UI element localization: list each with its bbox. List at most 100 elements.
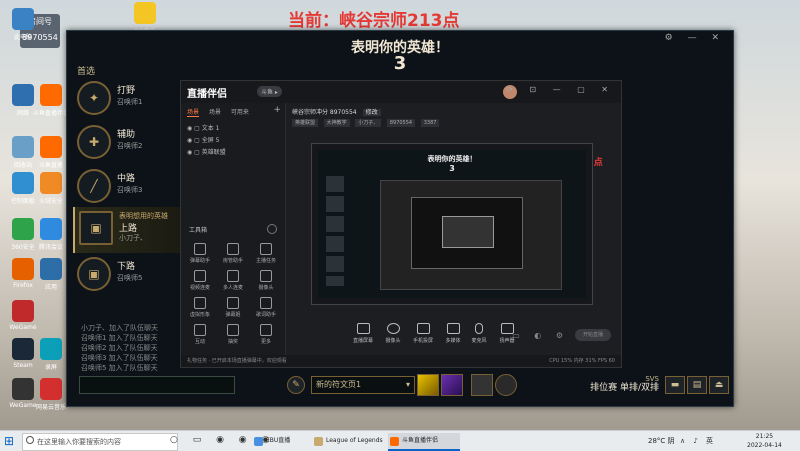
toolbox-item-label: 抽奖 — [227, 339, 238, 345]
stream-preview[interactable]: 表明你的英雄！ 3 — [311, 143, 593, 305]
jungle-role-icon: ✦ — [77, 81, 111, 115]
team-slot-mid[interactable]: ╱ 中路 召唤师3 — [73, 165, 183, 207]
stream-app-window: 直播伴侣 斗鱼 ▸ ⟳ ⊡ — ▢ ✕ 场景 场景 可用来 + ◉ ▢ 文本 1… — [180, 80, 622, 368]
chat-line: 召唤师1 加入了队伍聊天 — [81, 334, 158, 342]
app-icon — [40, 84, 62, 106]
taskbar-app[interactable]: League of Legends — [312, 433, 396, 449]
chat-toggle-icon[interactable]: ▬ — [665, 376, 685, 394]
chat-line: 召唤师5 加入了队伍聊天 — [81, 364, 158, 372]
role-name: 下路 — [117, 262, 136, 272]
add-scene-button[interactable]: + — [273, 105, 281, 115]
toolbox-item-label: 摄像头 — [258, 285, 274, 291]
rune-page-select[interactable]: 新的符文页1 ▾ — [311, 376, 415, 394]
camera-button[interactable]: 摄像头 — [376, 323, 410, 344]
client-window-controls[interactable]: ⚙ — ✕ — [665, 33, 725, 43]
tool-icon — [260, 243, 272, 255]
team-slot-bot[interactable]: ▣ 下路 召唤师5 — [73, 253, 183, 295]
tool-icon — [260, 270, 272, 282]
app-icon — [40, 172, 62, 194]
champ-select-timer: 3 — [393, 53, 407, 74]
summoner-name: 召唤师2 — [117, 142, 143, 150]
scene-item[interactable]: ◉ ▢ 全屏 5 — [187, 135, 219, 144]
quit-icon[interactable]: ⏏ — [709, 376, 729, 394]
rune-page-value: 新的符文页1 — [316, 380, 362, 389]
summoner-spell-ignite-icon[interactable] — [441, 374, 463, 396]
toolbox-item[interactable]: 弹幕姬 — [218, 297, 248, 318]
role-name: 中路 — [117, 174, 136, 184]
taskbar-app[interactable]: EBU直播 — [252, 433, 318, 449]
tab-scene-1[interactable]: 场景 — [187, 109, 200, 117]
toolbox-item[interactable]: 摄像头 — [251, 270, 281, 291]
team-slot-jungle[interactable]: ✦ 打野 召唤师1 — [73, 77, 183, 119]
preview-recursion — [442, 216, 494, 248]
media-icon — [446, 323, 460, 334]
toolbox-item[interactable]: 互动 — [185, 324, 215, 345]
tool-icon — [260, 297, 272, 309]
system-tray[interactable]: ∧ ♪ 英 — [680, 436, 716, 446]
preview-game-timer: 3 — [449, 164, 455, 173]
room-tag: 3387 — [420, 119, 440, 127]
team-chat-input[interactable] — [79, 376, 235, 394]
room-tags: 英雄联盟 大神教学 小刀子、 8970554 3387 — [292, 119, 443, 127]
windows-start-icon[interactable]: ⊞ — [4, 434, 18, 448]
app-icon — [12, 300, 34, 322]
toolbox-item[interactable]: 歌词助手 — [251, 297, 281, 318]
scene-item[interactable]: ◉ ▢ 文本 1 — [187, 123, 219, 132]
room-tag: 英雄联盟 — [292, 119, 319, 127]
team-slot-top-self[interactable]: ▣ 表明想用的英雄 上路 小刀子、 — [73, 207, 185, 253]
clock-time: 21:25 — [755, 433, 774, 440]
toolbox-item[interactable]: 抽奖 — [218, 324, 248, 345]
source-toolbar: 直播屏幕 摄像头 手机投屏 多媒体 麦克风 扬声器 ▭ ◐ ⚙ 开始直播 — [286, 319, 621, 359]
go-live-button[interactable]: 开始直播 — [575, 329, 611, 341]
taskbar-search-input[interactable]: 在这里输入你要搜索的内容 — [22, 433, 178, 451]
tool-icon — [227, 270, 239, 282]
ward-skin-icon[interactable] — [471, 374, 493, 396]
edit-room-button[interactable]: 修改 — [362, 109, 381, 116]
rune-edit-icon[interactable]: ✎ — [287, 376, 305, 394]
toolbox-item[interactable]: 虚拟形象 — [185, 297, 215, 318]
scene-label: 英雄联盟 — [201, 149, 226, 156]
toolbox-item[interactable]: 多人连麦 — [218, 270, 248, 291]
scene-panel: 场景 场景 可用来 + ◉ ▢ 文本 1 ◉ ▢ 全屏 5 ◉ ▢ 英雄联盟 工… — [181, 103, 286, 367]
stream-app-window-controls[interactable]: ⟳ ⊡ — ▢ ✕ — [506, 85, 615, 94]
app-icon — [12, 8, 34, 30]
desktop-shortcut[interactable]: WeGame — [0, 300, 46, 331]
microphone-icon — [475, 323, 483, 334]
tab-scene-3[interactable]: 可用来 — [231, 109, 249, 116]
scene-item[interactable]: ◉ ▢ 英雄联盟 — [187, 147, 226, 156]
settings-icon[interactable]: ▭ ◐ ⚙ — [512, 331, 569, 340]
stream-main-area: 峡谷宗师冲分 8970554 修改 英雄联盟 大神教学 小刀子、 8970554… — [286, 103, 621, 367]
scene-label: 文本 1 — [201, 125, 220, 132]
desktop-shortcut[interactable]: 此电脑 — [0, 8, 46, 41]
toolbox-item[interactable]: 更多 — [251, 324, 281, 345]
taskbar-app[interactable]: 斗鱼直播伴侣 — [388, 433, 460, 451]
room-title-text: 峡谷宗师冲分 8970554 — [292, 109, 357, 116]
app-icon — [40, 338, 62, 360]
tool-icon — [227, 243, 239, 255]
rank-banner: 当前：峡谷宗师213点 — [288, 11, 460, 31]
screen-capture-button[interactable]: 直播屏幕 — [346, 323, 380, 344]
preview-nested-app — [380, 180, 562, 290]
toolbox-item[interactable]: 视频连麦 — [185, 270, 215, 291]
toolbox-item-label: 多人连麦 — [222, 285, 243, 291]
tab-scene-2[interactable]: 场景 — [209, 109, 221, 116]
tool-icon — [227, 324, 239, 336]
toolbox-collapse-icon[interactable] — [267, 224, 277, 234]
tool-icon — [194, 324, 206, 336]
summoner-spell-flash-icon[interactable] — [417, 374, 439, 396]
mid-role-icon: ╱ — [77, 169, 111, 203]
platform-badge[interactable]: 斗鱼 ▸ — [257, 86, 282, 97]
stream-app-titlebar: 直播伴侣 斗鱼 ▸ ⟳ ⊡ — ▢ ✕ — [181, 81, 621, 103]
weather-widget[interactable]: 28°C 阴 — [648, 436, 675, 446]
toolbox-item[interactable]: 主播任务 — [251, 243, 281, 264]
toolbox-title: 工具箱 — [189, 227, 208, 234]
emote-icon[interactable] — [495, 374, 517, 396]
toolbox-item[interactable]: 房管助手 — [218, 243, 248, 264]
friends-icon[interactable]: ▤ — [687, 376, 707, 394]
phone-cast-button[interactable]: 手机投屏 — [406, 323, 440, 344]
search-icon — [26, 436, 34, 444]
team-slot-support[interactable]: ✚ 辅助 召唤师2 — [73, 121, 183, 163]
toolbox-item[interactable]: 弹幕助手 — [185, 243, 215, 264]
declare-hero-prompt: 表明想用的英雄 — [119, 212, 168, 220]
taskbar-clock[interactable]: 21:25 2022-04-14 — [747, 432, 782, 450]
